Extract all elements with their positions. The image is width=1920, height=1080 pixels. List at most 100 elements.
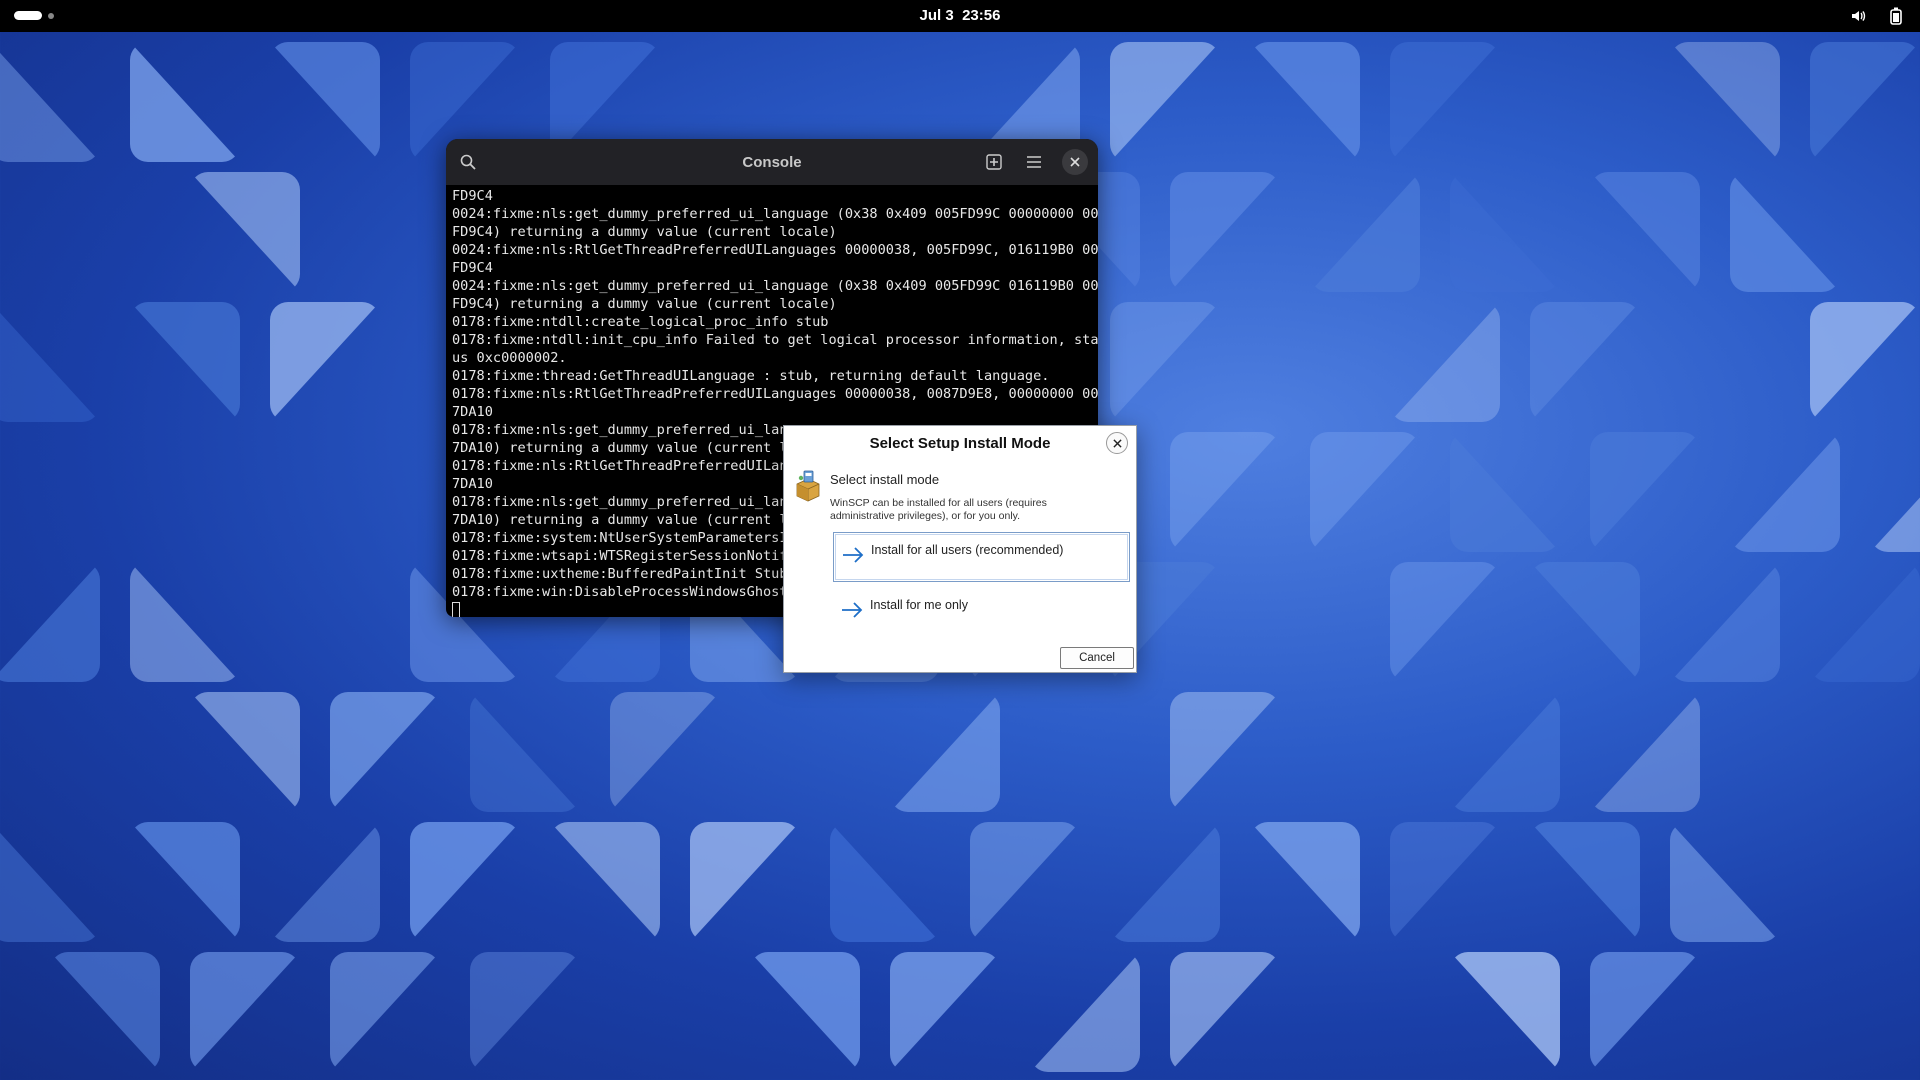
- wallpaper-tile: [690, 822, 800, 942]
- clock-time[interactable]: 23:56: [962, 7, 1000, 24]
- console-line: 0178:fixme:ntdll:create_logical_proc_inf…: [452, 314, 829, 330]
- wallpaper-tile: [1670, 562, 1780, 682]
- new-tab-icon[interactable]: [980, 148, 1008, 176]
- wallpaper-tile: [190, 692, 300, 812]
- wallpaper-tile: [130, 822, 240, 942]
- wallpaper-tile: [1450, 692, 1560, 812]
- wallpaper-tile: [1170, 952, 1280, 1072]
- workspace-dot-icon: [48, 12, 54, 19]
- wallpaper-tile: [130, 302, 240, 422]
- console-line: 0024:fixme:nls:get_dummy_preferred_ui_la…: [452, 206, 1098, 222]
- console-line: 0178:fixme:thread:GetThreadUILanguage : …: [452, 368, 1050, 384]
- cancel-button[interactable]: Cancel: [1060, 647, 1134, 669]
- console-line: 7DA10: [452, 404, 493, 420]
- wallpaper-tile: [1110, 822, 1220, 942]
- wallpaper-tile: [890, 692, 1000, 812]
- console-line: us 0xc0000002.: [452, 350, 567, 366]
- terminal-cursor: [452, 602, 460, 617]
- wallpaper-tile: [1530, 302, 1640, 422]
- wallpaper-tile: [1250, 42, 1360, 162]
- wallpaper-tile: [1670, 822, 1780, 942]
- hamburger-menu-icon[interactable]: [1020, 148, 1048, 176]
- wallpaper-tile: [1810, 42, 1920, 162]
- wallpaper-tile: [130, 562, 240, 682]
- wallpaper-tile: [1530, 562, 1640, 682]
- setup-box-icon: [793, 470, 823, 502]
- top-bar: Jul 3 23:56: [0, 0, 1920, 32]
- wallpaper-tile: [330, 692, 440, 812]
- wallpaper-tile: [1670, 42, 1780, 162]
- install-mode-dialog[interactable]: Select Setup Install Mode Select install…: [783, 425, 1137, 673]
- wallpaper-tile: [1590, 172, 1700, 292]
- console-line: FD9C4) returning a dummy value (current …: [452, 224, 837, 240]
- wallpaper-tile: [1390, 822, 1500, 942]
- wallpaper-tile: [410, 822, 520, 942]
- arrow-right-icon: [842, 602, 863, 618]
- console-header-bar[interactable]: Console: [446, 139, 1098, 185]
- wallpaper-tile: [1730, 432, 1840, 552]
- wallpaper-tile: [890, 952, 1000, 1072]
- wallpaper-tile: [1170, 172, 1280, 292]
- wallpaper-tile: [1590, 952, 1700, 1072]
- wallpaper-tile: [1250, 822, 1360, 942]
- wallpaper-tile: [1450, 432, 1560, 552]
- wallpaper-tile: [1450, 952, 1560, 1072]
- install-me-only-label: Install for me only: [870, 598, 968, 612]
- wallpaper-tile: [130, 42, 240, 162]
- volume-icon[interactable]: [1848, 6, 1868, 26]
- wallpaper-tile: [190, 172, 300, 292]
- wallpaper-tile: [1390, 302, 1500, 422]
- wallpaper-tile: [1170, 432, 1280, 552]
- wallpaper-tile: [1390, 42, 1500, 162]
- wallpaper-tile: [550, 822, 660, 942]
- console-line: 0178:fixme:nls:RtlGetThreadPreferredUILa…: [452, 386, 1098, 402]
- arrow-right-icon: [843, 547, 864, 563]
- wallpaper-tile: [0, 42, 100, 162]
- install-all-users-option[interactable]: Install for all users (recommended): [833, 532, 1130, 582]
- wallpaper-tile: [470, 692, 580, 812]
- battery-icon[interactable]: [1886, 6, 1906, 26]
- wallpaper-tile: [1390, 562, 1500, 682]
- wallpaper-tile: [1870, 432, 1920, 552]
- console-line: FD9C4: [452, 188, 493, 204]
- wallpaper-tile: [1450, 172, 1560, 292]
- install-me-only-option[interactable]: Install for me only: [833, 588, 1130, 638]
- wallpaper-tile: [270, 42, 380, 162]
- wallpaper-tile: [1170, 692, 1280, 812]
- wallpaper-tile: [470, 952, 580, 1072]
- wallpaper-tile: [1310, 172, 1420, 292]
- close-icon[interactable]: [1062, 149, 1088, 175]
- wallpaper-tile: [1110, 42, 1220, 162]
- wallpaper-tile: [1810, 562, 1920, 682]
- clock: Jul 3 23:56: [0, 0, 1920, 32]
- wallpaper-tile: [750, 952, 860, 1072]
- activities-button[interactable]: [14, 11, 54, 20]
- wallpaper-tile: [0, 562, 100, 682]
- wallpaper-tile: [270, 822, 380, 942]
- console-line: 0024:fixme:nls:get_dummy_preferred_ui_la…: [452, 278, 1098, 294]
- wallpaper-tile: [1590, 692, 1700, 812]
- wallpaper-tile: [1590, 432, 1700, 552]
- wallpaper-tile: [1810, 302, 1920, 422]
- wallpaper-tile: [1530, 822, 1640, 942]
- wallpaper-tile: [1310, 432, 1420, 552]
- dialog-description: WinSCP can be installed for all users (r…: [830, 497, 1047, 522]
- console-line: FD9C4) returning a dummy value (current …: [452, 296, 837, 312]
- activities-pill-icon: [14, 11, 42, 20]
- system-tray[interactable]: [1848, 6, 1906, 26]
- wallpaper-tile: [50, 952, 160, 1072]
- dialog-heading: Select install mode: [830, 472, 940, 487]
- wallpaper-tile: [610, 692, 720, 812]
- install-all-users-label: Install for all users (recommended): [871, 543, 1064, 557]
- wallpaper-tile: [830, 822, 940, 942]
- console-line: 0024:fixme:nls:RtlGetThreadPreferredUILa…: [452, 242, 1098, 258]
- wallpaper-tile: [1730, 172, 1840, 292]
- wallpaper-tile: [270, 302, 380, 422]
- wallpaper-tile: [330, 952, 440, 1072]
- wallpaper-tile: [0, 822, 100, 942]
- clock-date[interactable]: Jul 3: [920, 7, 954, 24]
- wallpaper-tile: [1030, 952, 1140, 1072]
- dialog-close-icon[interactable]: [1106, 432, 1128, 454]
- wallpaper-tile: [970, 822, 1080, 942]
- console-line: 0178:fixme:ntdll:init_cpu_info Failed to…: [452, 332, 1098, 348]
